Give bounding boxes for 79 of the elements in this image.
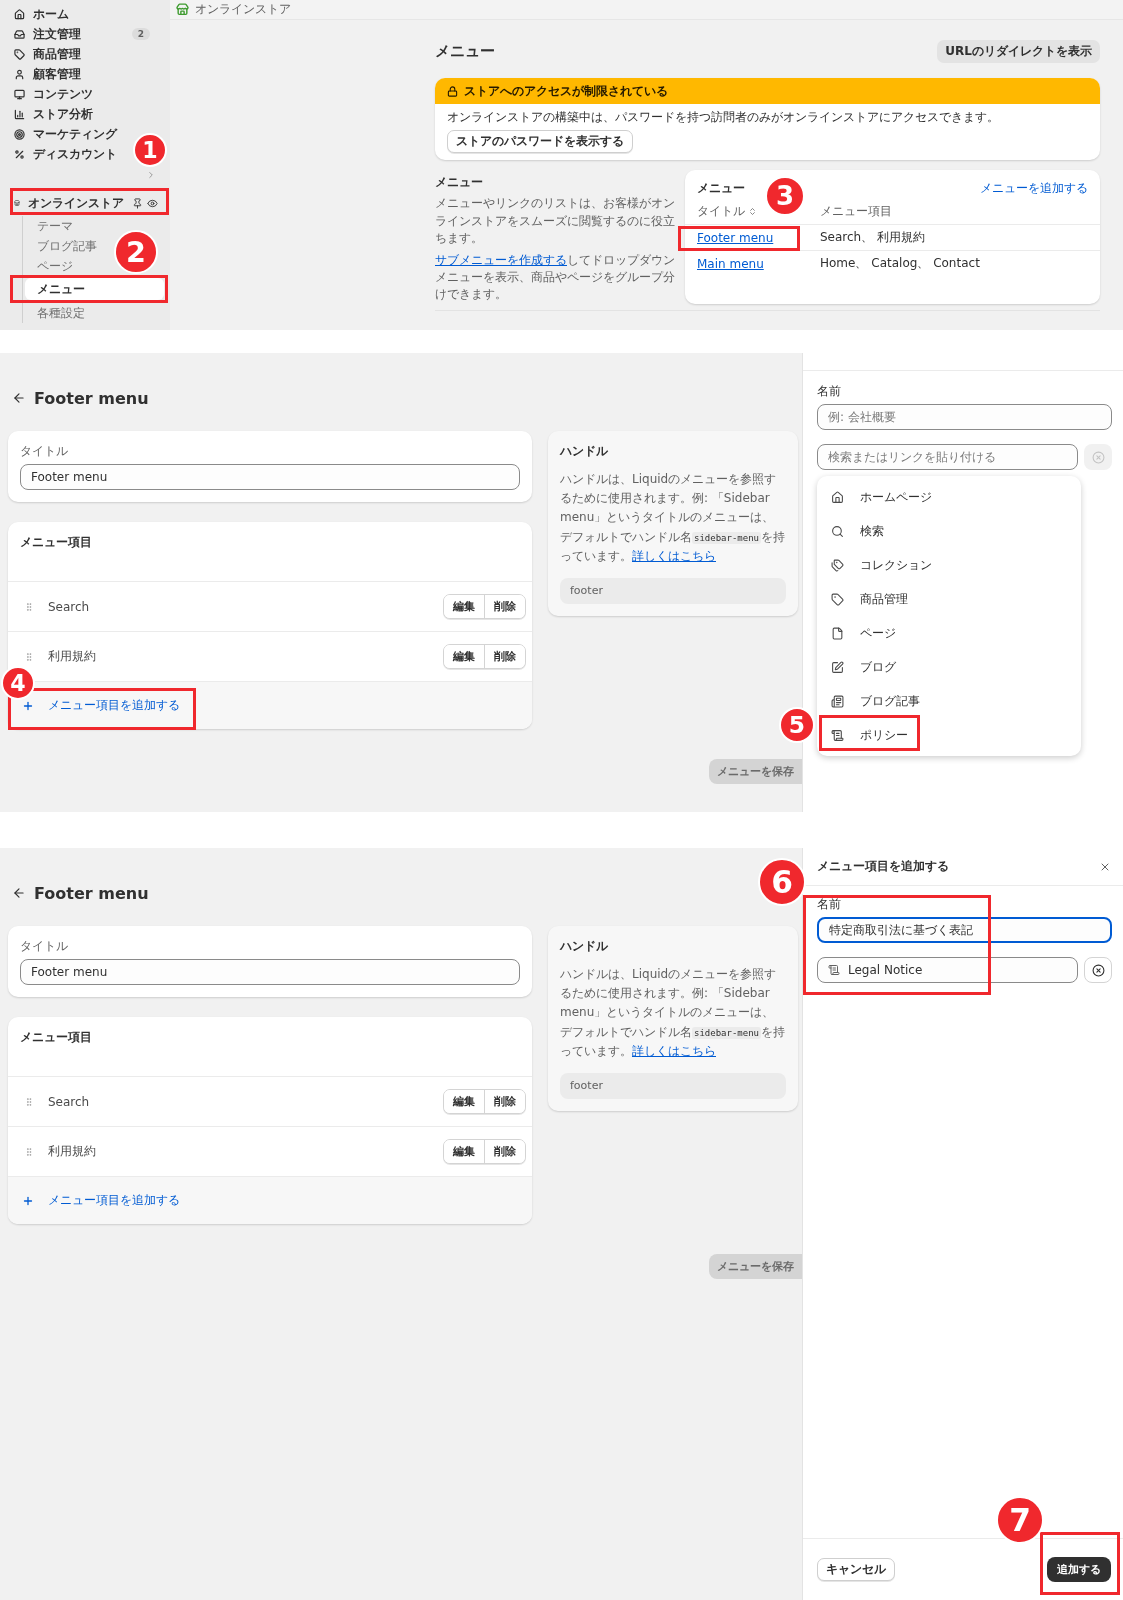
dropdown-option[interactable]: ブログ — [817, 650, 1081, 684]
section-description: メニューやリンクのリストは、お客様がオンラインストアをスムーズに閲覧するのに役立ちます。 — [435, 195, 675, 248]
step-marker: 4 — [1, 666, 35, 700]
dropdown-option[interactable]: 検索 — [817, 514, 1081, 548]
delete-button[interactable]: 削除 — [484, 595, 525, 618]
card-title: ハンドル — [560, 443, 609, 460]
field-label: タイトル — [20, 443, 69, 460]
handle-description: ハンドルは、Liquidのメニューを参照するために使用されます。例: 「Sidebar menu」というタイトルのメニューは、デフォルトでハンドル名 sidebar-menu を持っています。詳しくはこちら — [560, 471, 786, 565]
card-title: メニュー項目 — [20, 534, 93, 551]
page-title: Footer menu — [34, 388, 149, 408]
sidebar-item[interactable]: 商品管理 — [8, 44, 87, 64]
column-header[interactable]: タイトル — [697, 202, 757, 220]
dropdown-option[interactable]: ブログ記事 — [817, 684, 1081, 718]
sidebar-item[interactable]: 顧客管理 — [8, 64, 87, 84]
add-button[interactable]: 追加する — [1047, 1557, 1111, 1582]
menu-item-label: 利用規約 — [48, 1143, 97, 1160]
banner-title: ストアへのアクセスが制限されている — [464, 82, 668, 100]
sidebar-subitem[interactable]: ブログ記事 — [25, 236, 103, 256]
sidebar-item[interactable]: マーケティング — [8, 124, 123, 144]
sidebar-item[interactable]: ストア分析 — [8, 104, 99, 124]
count-badge: 2 — [131, 28, 150, 40]
handle-description: ハンドルは、Liquidのメニューを参照するために使用されます。例: 「Sidebar menu」というタイトルのメニューは、デフォルトでハンドル名 sidebar-menu を持っています。詳しくはこちら — [560, 966, 786, 1060]
handle-field[interactable]: footer — [560, 1072, 786, 1099]
delete-button[interactable]: 削除 — [484, 1140, 525, 1163]
name-field[interactable]: 例: 会社概要 — [817, 404, 1112, 430]
menu-item-label: Search — [48, 1094, 91, 1109]
sidebar-subitem[interactable]: 各種設定 — [25, 303, 91, 323]
drawer-title: メニュー項目を追加する — [817, 858, 949, 875]
dropdown-option[interactable]: ページ — [817, 616, 1081, 650]
table-cell-text: Search、 利用規約 — [820, 229, 927, 247]
dropdown-option[interactable]: 商品管理 — [817, 582, 1081, 616]
sidebar-subitem[interactable]: メニュー — [25, 278, 164, 300]
handle-field[interactable]: footer — [560, 577, 786, 604]
dropdown-option[interactable]: コレクション — [817, 548, 1081, 582]
name-field[interactable]: 特定商取引法に基づく表記 — [817, 917, 1112, 943]
add-item-link[interactable]: メニュー項目を追加する — [48, 1192, 180, 1209]
menu-title-link[interactable]: Footer menu — [697, 230, 774, 245]
sidebar-item[interactable]: ホーム — [8, 4, 75, 24]
delete-button[interactable]: 削除 — [484, 645, 525, 668]
link-field[interactable]: Legal Notice — [817, 957, 1078, 983]
add-item-link[interactable]: メニュー項目を追加する — [48, 697, 180, 714]
card-title: メニュー項目 — [20, 1029, 93, 1046]
column-header: メニュー項目 — [820, 202, 892, 220]
learn-more-link[interactable]: 詳しくはこちら — [632, 1043, 716, 1058]
dropdown-option[interactable]: ポリシー — [817, 718, 1081, 752]
card-title: メニュー — [697, 179, 745, 197]
menu-item-label: 利用規約 — [48, 648, 97, 665]
sidebar-item[interactable]: 注文管理 2 — [8, 24, 164, 44]
dropdown-option[interactable]: ホームページ — [817, 480, 1081, 514]
field-label: 名前 — [817, 896, 842, 913]
field-label: 名前 — [817, 383, 842, 400]
menu-title-link[interactable]: Main menu — [697, 256, 764, 271]
breadcrumb[interactable]: オンラインストア — [195, 2, 291, 17]
sidebar-subitem[interactable]: ページ — [25, 256, 79, 276]
page-title: メニュー — [435, 41, 495, 61]
banner-text: オンラインストアの構築中は、パスワードを持つ訪問者のみがオンラインストアにアクセスできます。 — [447, 109, 999, 126]
add-menu-link[interactable]: メニューを追加する — [980, 179, 1088, 197]
step-marker: 5 — [779, 707, 815, 743]
learn-more-link[interactable]: 詳しくはこちら — [632, 548, 716, 563]
redirect-button[interactable]: URLのリダイレクトを表示 — [937, 39, 1100, 63]
sidebar-item[interactable]: コンテンツ — [8, 84, 99, 104]
cancel-button[interactable]: キャンセル — [817, 1558, 895, 1581]
card-title: ハンドル — [560, 938, 609, 955]
field-label: タイトル — [20, 938, 69, 955]
table-cell-text: Home、 Catalog、 Contact — [820, 255, 981, 273]
submenu-text: サブメニューを作成する してドロップダウンメニューを表示、商品やページをグループ分けできます。 — [435, 251, 675, 304]
step-marker: 6 — [758, 858, 806, 906]
link-field[interactable]: 検索またはリンクを貼り付ける — [817, 444, 1078, 470]
page-title: Footer menu — [34, 883, 149, 903]
sidebar-item[interactable]: ディスカウント — [8, 144, 123, 164]
delete-button[interactable]: 削除 — [484, 1090, 525, 1113]
password-button[interactable]: ストアのパスワードを表示する — [447, 130, 633, 154]
title-field[interactable]: Footer menu — [20, 959, 520, 985]
sidebar-subitem[interactable]: テーマ — [25, 216, 79, 236]
title-field[interactable]: Footer menu — [20, 464, 520, 490]
menu-item-label: Search — [48, 599, 91, 614]
sidebar-item[interactable]: オンラインストア — [8, 192, 164, 214]
section-heading: メニュー — [435, 174, 484, 192]
submenu-link[interactable]: サブメニューを作成する — [435, 252, 567, 267]
